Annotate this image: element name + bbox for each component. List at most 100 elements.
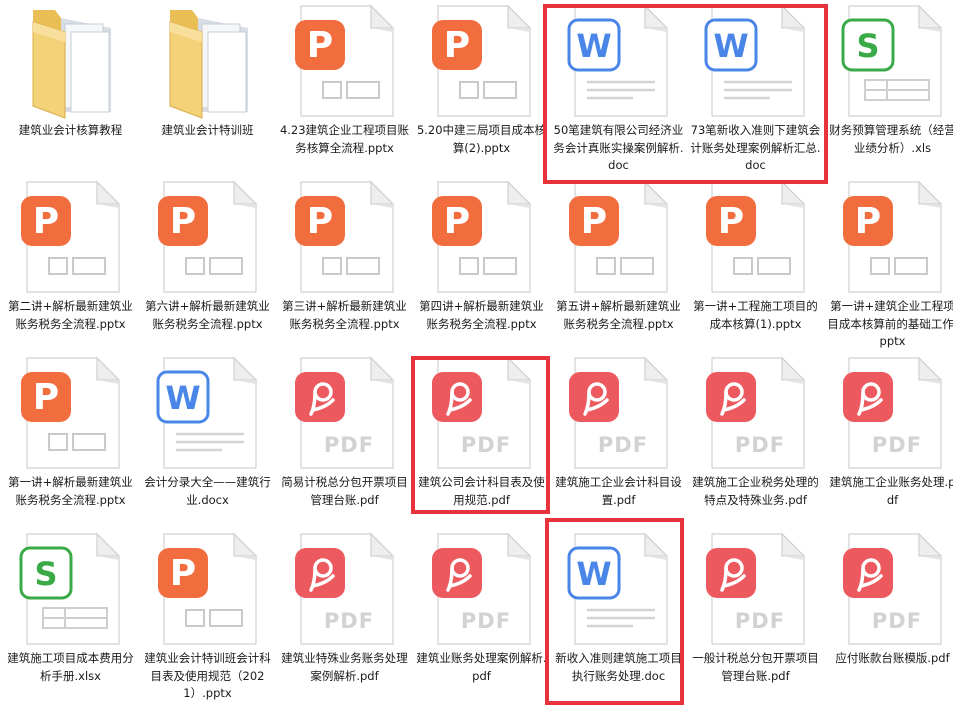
pdf-file-icon: PDF: [426, 354, 537, 472]
file-item[interactable]: 建筑业会计特训班: [139, 2, 276, 177]
pdf-file-icon: PDF: [700, 530, 811, 648]
file-name-label: 第四讲+解析最新建筑业账务税务全流程.pptx: [419, 299, 544, 331]
file-item[interactable]: P 第一讲+工程施工项目的成本核算(1).pptx: [687, 178, 824, 353]
svg-text:PDF: PDF: [735, 609, 785, 633]
folder-file-icon: [15, 2, 126, 120]
ppt-file-icon: P: [15, 178, 126, 296]
pdf-file-icon: PDF: [289, 354, 400, 472]
file-item[interactable]: W 会计分录大全——建筑行业.docx: [139, 354, 276, 529]
file-name-label: 建筑业特殊业务账务处理案例解析.pdf: [281, 651, 408, 683]
file-name-label: 建筑施工项目成本费用分析手册.xlsx: [7, 651, 134, 683]
svg-text:P: P: [581, 201, 607, 242]
ppt-file-icon: P: [289, 2, 400, 120]
word-file-icon: W: [152, 354, 263, 472]
svg-text:P: P: [170, 201, 196, 242]
file-item[interactable]: S 财务预算管理系统（经营业绩分析）.xls: [824, 2, 953, 177]
file-item[interactable]: PDF 建筑施工企业账务处理.pdf: [824, 354, 953, 529]
file-item[interactable]: P 第二讲+解析最新建筑业账务税务全流程.pptx: [2, 178, 139, 353]
ppt-file-icon: P: [426, 2, 537, 120]
svg-text:P: P: [33, 201, 59, 242]
excel-file-icon: S: [837, 2, 948, 120]
pdf-file-icon: PDF: [700, 354, 811, 472]
ppt-file-icon: P: [289, 178, 400, 296]
svg-text:W: W: [713, 27, 748, 65]
file-item[interactable]: W 73笔新收入准则下建筑会计账务处理案例解析汇总.doc: [687, 2, 824, 177]
file-item[interactable]: PDF 建筑施工企业税务处理的特点及特殊业务.pdf: [687, 354, 824, 529]
file-item[interactable]: PDF 建筑施工企业会计科目设置.pdf: [550, 354, 687, 529]
file-item[interactable]: S 建筑施工项目成本费用分析手册.xlsx: [2, 530, 139, 705]
file-item[interactable]: P 第五讲+解析最新建筑业账务税务全流程.pptx: [550, 178, 687, 353]
file-item[interactable]: PDF 应付账款台账模版.pdf: [824, 530, 953, 705]
svg-text:P: P: [444, 201, 470, 242]
svg-text:P: P: [170, 553, 196, 594]
svg-text:P: P: [718, 201, 744, 242]
file-name-label: 第一讲+解析最新建筑业账务税务全流程.pptx: [8, 475, 133, 507]
ppt-file-icon: P: [426, 178, 537, 296]
file-name-label: 4.23建筑企业工程项目账务核算全流程.pptx: [279, 123, 410, 155]
file-name-label: 财务预算管理系统（经营业绩分析）.xls: [829, 123, 953, 155]
file-name-label: 第一讲+工程施工项目的成本核算(1).pptx: [693, 299, 818, 331]
file-name-label: 50笔建筑有限公司经济业务会计真账实操案例解析.doc: [553, 123, 684, 172]
svg-text:P: P: [307, 201, 333, 242]
pdf-file-icon: PDF: [837, 354, 948, 472]
file-item[interactable]: P 第一讲+建筑企业工程项目成本核算前的基础工作.pptx: [824, 178, 953, 353]
file-item[interactable]: P 4.23建筑企业工程项目账务核算全流程.pptx: [276, 2, 413, 177]
pdf-file-icon: PDF: [837, 530, 948, 648]
file-item[interactable]: P 建筑业会计特训班会计科目表及使用规范（2021）.pptx: [139, 530, 276, 705]
file-name-label: 建筑施工企业税务处理的特点及特殊业务.pdf: [692, 475, 819, 507]
svg-text:W: W: [576, 27, 611, 65]
file-name-label: 第二讲+解析最新建筑业账务税务全流程.pptx: [8, 299, 133, 331]
file-name-label: 建筑施工企业会计科目设置.pdf: [555, 475, 682, 507]
file-item[interactable]: PDF 建筑业特殊业务账务处理案例解析.pdf: [276, 530, 413, 705]
svg-text:PDF: PDF: [461, 609, 511, 633]
ppt-file-icon: P: [152, 530, 263, 648]
file-name-label: 建筑业账务处理案例解析.pdf: [416, 651, 547, 683]
excel-file-icon: S: [15, 530, 126, 648]
file-name-label: 第六讲+解析最新建筑业账务税务全流程.pptx: [145, 299, 270, 331]
file-item[interactable]: PDF 建筑业账务处理案例解析.pdf: [413, 530, 550, 705]
pdf-file-icon: PDF: [426, 530, 537, 648]
svg-text:P: P: [444, 25, 470, 66]
file-item[interactable]: 建筑业会计核算教程: [2, 2, 139, 177]
svg-text:W: W: [165, 379, 200, 417]
file-item[interactable]: PDF 简易计税总分包开票项目管理台账.pdf: [276, 354, 413, 529]
ppt-file-icon: P: [15, 354, 126, 472]
svg-text:PDF: PDF: [324, 609, 374, 633]
svg-text:PDF: PDF: [872, 433, 922, 457]
file-item[interactable]: P 第三讲+解析最新建筑业账务税务全流程.pptx: [276, 178, 413, 353]
file-name-label: 建筑业会计特训班会计科目表及使用规范（2021）.pptx: [144, 651, 271, 700]
svg-text:P: P: [33, 377, 59, 418]
file-item[interactable]: P 5.20中建三局项目成本核算(2).pptx: [413, 2, 550, 177]
pdf-file-icon: PDF: [289, 530, 400, 648]
svg-text:S: S: [34, 555, 57, 593]
svg-text:W: W: [576, 555, 611, 593]
file-name-label: 会计分录大全——建筑行业.docx: [144, 475, 271, 507]
folder-file-icon: [152, 2, 263, 120]
file-name-label: 5.20中建三局项目成本核算(2).pptx: [416, 123, 547, 155]
ppt-file-icon: P: [700, 178, 811, 296]
file-name-label: 应付账款台账模版.pdf: [835, 651, 950, 665]
ppt-file-icon: P: [152, 178, 263, 296]
file-item[interactable]: PDF 建筑公司会计科目表及使用规范.pdf: [413, 354, 550, 529]
svg-text:P: P: [307, 25, 333, 66]
word-file-icon: W: [563, 2, 674, 120]
file-name-label: 建筑业会计核算教程: [18, 123, 123, 137]
file-name-label: 第五讲+解析最新建筑业账务税务全流程.pptx: [556, 299, 681, 331]
file-item[interactable]: PDF 一般计税总分包开票项目管理台账.pdf: [687, 530, 824, 705]
file-name-label: 新收入准则建筑施工项目执行账务处理.doc: [555, 651, 682, 683]
file-item[interactable]: W 50笔建筑有限公司经济业务会计真账实操案例解析.doc: [550, 2, 687, 177]
svg-text:S: S: [856, 27, 879, 65]
file-name-label: 第三讲+解析最新建筑业账务税务全流程.pptx: [282, 299, 407, 331]
ppt-file-icon: P: [837, 178, 948, 296]
file-name-label: 简易计税总分包开票项目管理台账.pdf: [281, 475, 408, 507]
file-item[interactable]: P 第四讲+解析最新建筑业账务税务全流程.pptx: [413, 178, 550, 353]
pdf-file-icon: PDF: [563, 354, 674, 472]
file-item[interactable]: P 第一讲+解析最新建筑业账务税务全流程.pptx: [2, 354, 139, 529]
file-item[interactable]: P 第六讲+解析最新建筑业账务税务全流程.pptx: [139, 178, 276, 353]
file-grid: 建筑业会计核算教程 建筑业会计特训班 P 4.23建筑企业工程项目账务核算全流程.pp…: [0, 0, 953, 711]
svg-text:P: P: [855, 201, 881, 242]
file-item[interactable]: W 新收入准则建筑施工项目执行账务处理.doc: [550, 530, 687, 705]
file-name-label: 73笔新收入准则下建筑会计账务处理案例解析汇总.doc: [690, 123, 821, 172]
file-name-label: 一般计税总分包开票项目管理台账.pdf: [692, 651, 819, 683]
svg-text:PDF: PDF: [461, 433, 511, 457]
